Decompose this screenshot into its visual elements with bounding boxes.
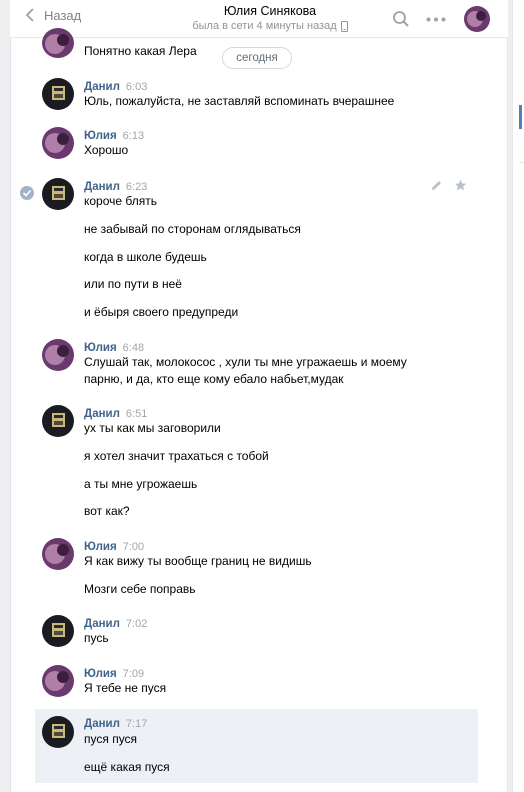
message-time: 7:00: [122, 541, 145, 553]
message-author[interactable]: Юлия 6:48: [84, 341, 144, 355]
avatar-danil[interactable]: [42, 178, 74, 210]
message-group: Данил 6:03 Юль, пожалуйста, не заставляй …: [10, 78, 508, 122]
avatar-julia[interactable]: [42, 28, 74, 58]
peer-name[interactable]: Юлия Синякова: [160, 4, 380, 19]
message-author[interactable]: Юлия 7:00: [84, 540, 144, 554]
avatar-danil[interactable]: [42, 716, 74, 748]
message-author[interactable]: Юлия 6:13: [84, 129, 144, 143]
message-author[interactable]: Данил 6:23: [84, 180, 147, 194]
message-text: вот как?: [84, 504, 130, 518]
more-icon[interactable]: [426, 17, 446, 22]
message-group: Юлия 6:13 Хорошо: [10, 127, 508, 167]
message-time: 6:48: [122, 342, 145, 354]
message-text: парню, и да, кто еще кому ебало набьет,м…: [84, 372, 344, 386]
peer-info[interactable]: Юлия Синякова была в сети 4 минуты назад: [160, 4, 380, 33]
message-time: 7:09: [122, 668, 145, 680]
message-group: Данил 7:02 пусь: [10, 615, 508, 655]
message-author[interactable]: Юлия 7:09: [84, 667, 144, 681]
message-text: или по пути в неё: [84, 277, 182, 291]
message-text: Юль, пожалуйста, не заставляй вспоминать…: [84, 94, 395, 108]
avatar-danil[interactable]: [42, 405, 74, 437]
sidebar-divider: [519, 162, 524, 163]
message-text: Хорошо: [84, 143, 129, 157]
message-text: пуся пуся: [84, 732, 138, 746]
avatar-julia[interactable]: [42, 665, 74, 697]
chat-header: Назад Юлия Синякова была в сети 4 минуты…: [10, 0, 508, 38]
message-text: Я как вижу ты вообще границ не видишь: [84, 554, 312, 568]
message-time: 7:17: [125, 718, 148, 730]
peer-status-text: была в сети 4 минуты назад: [192, 20, 337, 32]
back-label: Назад: [44, 7, 82, 23]
message-text: Слушай так, молокосос , хули ты мне угра…: [84, 355, 407, 369]
mobile-icon: [340, 20, 348, 32]
message-time: 6:03: [125, 81, 148, 93]
back-button[interactable]: Назад: [24, 7, 81, 23]
message-text: я хотел значит трахаться с тобой: [84, 449, 269, 463]
avatar-danil[interactable]: [42, 78, 74, 110]
message-text: Мозги себе поправь: [84, 582, 196, 596]
message-text: пусь: [84, 631, 109, 645]
message-author[interactable]: Данил 7:02: [84, 617, 147, 631]
message-group: Юлия 7:09 Я тебе не пуся: [10, 665, 508, 705]
avatar-julia[interactable]: [42, 339, 74, 371]
date-separator: сегодня: [222, 47, 292, 69]
message-group: Данил 6:23 короче блять не забывай по сто…: [10, 178, 508, 328]
search-icon[interactable]: [392, 10, 410, 28]
message-text: ещё какая пуся: [84, 760, 170, 774]
message-time: 6:23: [125, 181, 148, 193]
message-time: 7:02: [125, 618, 148, 630]
message-text: когда в школе будешь: [84, 250, 207, 264]
message-time: 6:51: [125, 408, 148, 420]
message-group: Юлия 7:00 Я как вижу ты вообще границ не …: [10, 538, 508, 603]
peer-avatar[interactable]: [464, 6, 490, 32]
avatar-julia[interactable]: [42, 127, 74, 159]
message-author[interactable]: Данил 6:51: [84, 407, 147, 421]
message-group-selected[interactable]: Данил 7:17 пуся пуся ещё какая пуся: [35, 709, 478, 783]
message-text: ух ты как мы заговорили: [84, 421, 221, 435]
chevron-left-icon: [25, 8, 34, 22]
message-group: Юлия 6:48 Слушай так, молокосос , хули ты…: [10, 339, 508, 394]
avatar-danil[interactable]: [42, 615, 74, 647]
right-sidebar: [512, 0, 524, 792]
sidebar-active-marker: [519, 105, 522, 129]
message-time: 6:13: [122, 130, 145, 142]
peer-status: была в сети 4 минуты назад: [160, 19, 380, 33]
message-text: Я тебе не пуся: [84, 681, 167, 695]
message-author[interactable]: Данил 6:03: [84, 80, 147, 94]
message-text: короче блять: [84, 194, 157, 208]
message-text: не забывай по сторонам оглядываться: [84, 222, 301, 236]
message-author[interactable]: Данил 7:17: [84, 717, 147, 731]
message-group: Данил 6:51 ух ты как мы заговорили я хоте…: [10, 405, 508, 525]
message-text: а ты мне угрожаешь: [84, 477, 198, 491]
avatar-julia[interactable]: [42, 538, 74, 570]
message-text: и ёбыря своего предупреди: [84, 305, 239, 319]
